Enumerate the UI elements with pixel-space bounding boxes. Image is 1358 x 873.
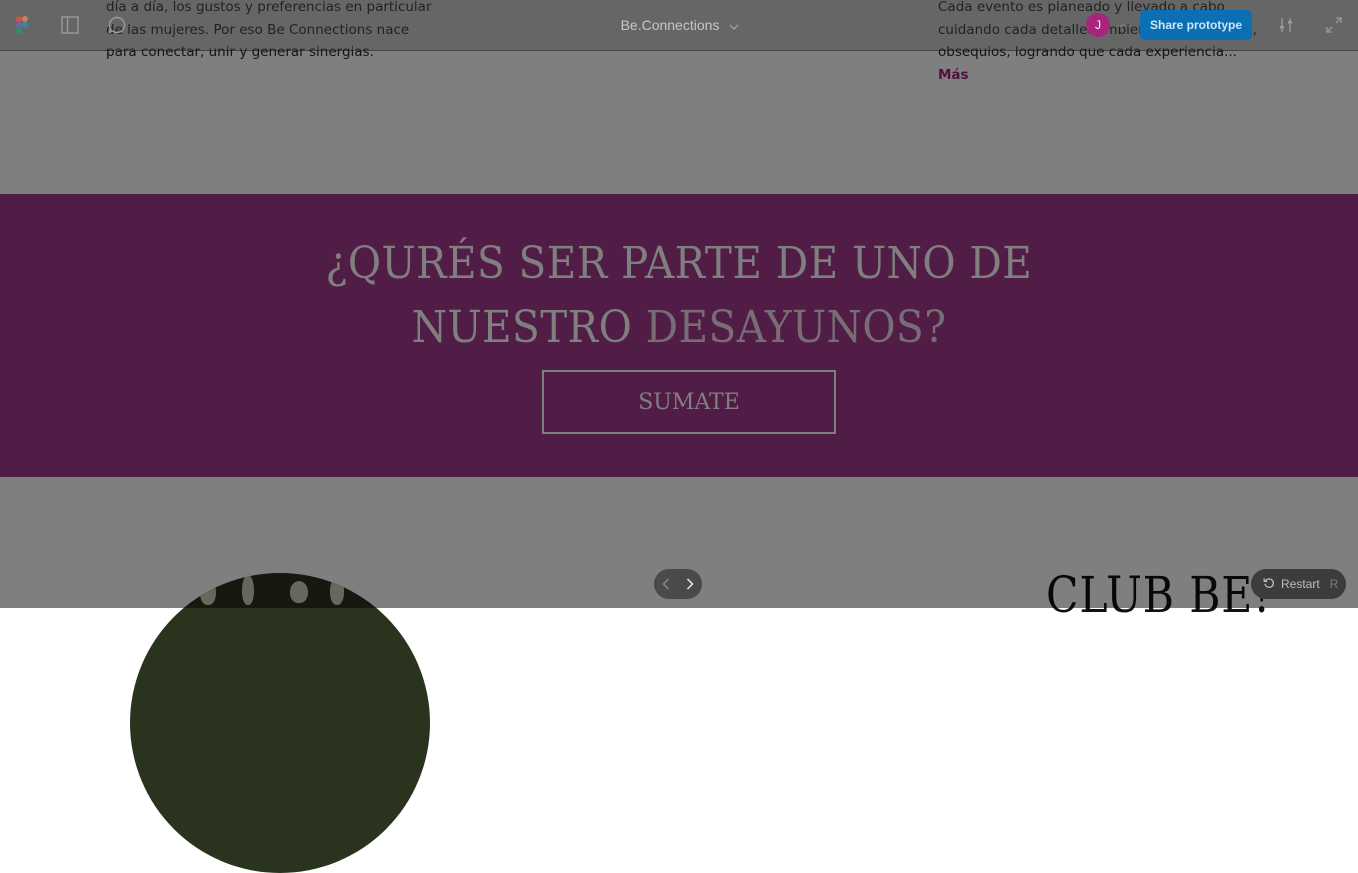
sumate-button[interactable]: SUMATE	[542, 370, 836, 434]
more-link[interactable]: Más	[938, 67, 969, 83]
photo-detail	[200, 579, 216, 605]
next-frame-button[interactable]	[678, 569, 702, 599]
event-photo	[130, 573, 430, 873]
previous-frame-button[interactable]	[654, 569, 678, 599]
avatar[interactable]: J	[1086, 13, 1110, 37]
cta-heading: ¿QURÉS SER PARTE DE UNO DE NUESTRO DESAY…	[54, 232, 1303, 360]
settings-sliders-icon[interactable]	[1276, 15, 1296, 35]
restart-button[interactable]: Restart R	[1251, 569, 1346, 599]
restart-label: Restart	[1281, 577, 1320, 591]
cta-heading-line-2: NUESTRO DESAYUNOS?	[54, 296, 1303, 360]
cta-heading-line-1: ¿QURÉS SER PARTE DE UNO DE	[325, 238, 1033, 289]
prototype-canvas: día a día, los gustos y preferencias en …	[0, 0, 1358, 873]
restart-shortcut: R	[1329, 577, 1339, 591]
fullscreen-icon[interactable]	[1324, 15, 1344, 35]
sidebar-toggle-icon[interactable]	[60, 15, 80, 35]
prototype-frame-navigation	[654, 569, 702, 599]
chevron-down-icon	[729, 17, 739, 33]
file-title-menu[interactable]: Be.Connections	[600, 0, 760, 50]
chevron-left-icon	[662, 578, 670, 590]
photo-detail	[330, 577, 344, 605]
file-title: Be.Connections	[620, 17, 720, 33]
figma-logo-icon[interactable]	[12, 15, 32, 35]
chevron-right-icon	[686, 578, 694, 590]
comment-icon[interactable]	[107, 15, 127, 35]
cta-heading-line-2-main: NUESTRO	[411, 302, 646, 353]
photo-detail	[242, 575, 254, 605]
prototype-toolbar: Be.Connections J Share prototype	[0, 0, 1358, 51]
club-title: CLUB BE!	[1046, 566, 1272, 624]
avatar-chevron-down-icon[interactable]	[1115, 20, 1127, 30]
restart-icon	[1263, 577, 1275, 592]
cta-heading-accent: DESAYUNOS?	[645, 302, 947, 353]
photo-detail	[290, 581, 308, 603]
share-prototype-button[interactable]: Share prototype	[1140, 10, 1252, 40]
